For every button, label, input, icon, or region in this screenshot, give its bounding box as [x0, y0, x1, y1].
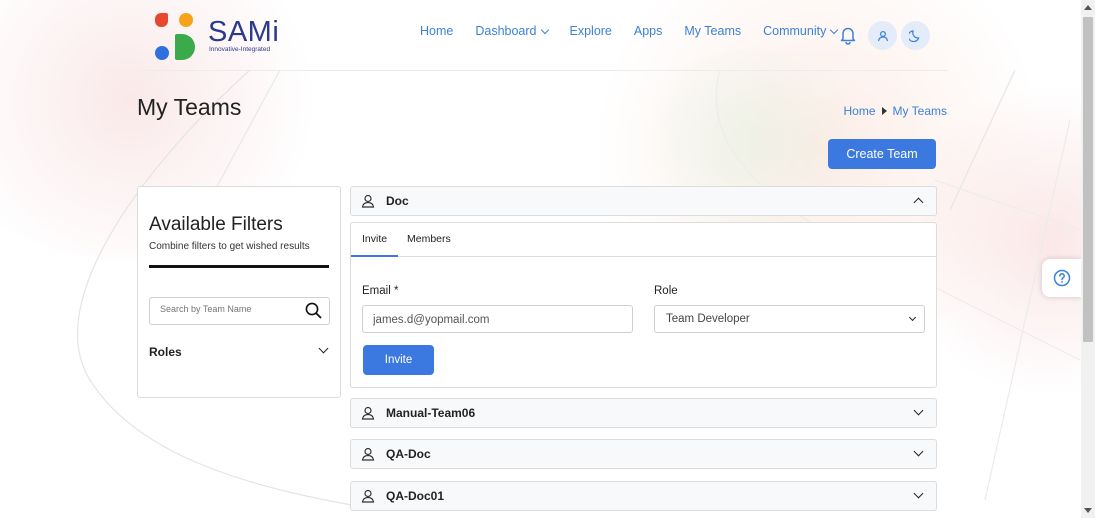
nav-home-label: Home [420, 24, 454, 38]
email-field [362, 305, 633, 333]
team-user-icon [361, 406, 375, 420]
logo-wordmark: SAMi [208, 16, 280, 48]
scroll-down-arrow-icon[interactable] [1084, 508, 1092, 513]
tab-invite[interactable]: Invite [350, 233, 399, 257]
team-search-input[interactable] [158, 303, 302, 315]
main-nav: Home Dashboard Explore Apps My Teams Com… [420, 24, 859, 38]
search-icon[interactable] [305, 302, 322, 319]
breadcrumb: Home My Teams [844, 104, 947, 118]
theme-toggle-button[interactable] [901, 21, 930, 50]
filters-panel: Available Filters Combine filters to get… [137, 186, 341, 398]
role-select[interactable]: Team Developer [654, 305, 925, 333]
role-label: Role [654, 285, 678, 297]
nav-explore-label: Explore [569, 24, 612, 38]
breadcrumb-home[interactable]: Home [844, 104, 876, 118]
moon-icon [909, 30, 920, 42]
nav-my-teams[interactable]: My Teams [684, 24, 741, 38]
page-title: My Teams [137, 94, 242, 120]
nav-explore[interactable]: Explore [570, 24, 612, 38]
scroll-up-arrow-icon[interactable] [1084, 5, 1092, 10]
nav-dashboard[interactable]: Dashboard [475, 24, 549, 38]
team-accordion-qa-doc01[interactable]: QA-Doc01 [350, 481, 937, 511]
breadcrumb-separator-icon [881, 107, 887, 115]
tab-members[interactable]: Members [407, 233, 451, 245]
nav-community[interactable]: Community [763, 24, 839, 38]
team-accordion-qa-doc[interactable]: QA-Doc [350, 439, 937, 469]
logo-blue-dot [155, 46, 169, 60]
role-select-value: Team Developer [666, 313, 750, 325]
chevron-down-icon [318, 343, 329, 354]
scrollbar-thumb[interactable] [1083, 17, 1093, 342]
team-accordion-doc[interactable]: Doc [350, 186, 937, 216]
chevron-down-icon [830, 25, 839, 34]
invite-button[interactable]: Invite [363, 345, 434, 375]
team-accordion-manual-team06[interactable]: Manual-Team06 [350, 398, 937, 428]
team-name: QA-Doc01 [386, 489, 445, 503]
logo-tagline: Innovative-Integrated [209, 46, 271, 53]
invite-panel: Invite Members Email * Role Team Develop… [350, 222, 937, 388]
email-label: Email * [362, 285, 399, 297]
chevron-down-icon [913, 405, 924, 416]
filters-subtitle: Combine filters to get wished results [149, 241, 310, 252]
user-profile-button[interactable] [868, 21, 897, 50]
sami-logo[interactable]: SAMi Innovative-Integrated [153, 13, 283, 61]
team-user-icon [361, 447, 375, 461]
nav-apps-label: Apps [633, 24, 663, 38]
chevron-down-icon [913, 488, 924, 499]
nav-community-label: Community [763, 24, 827, 38]
team-name: Manual-Team06 [386, 406, 476, 420]
team-user-icon [361, 194, 375, 208]
help-button[interactable] [1042, 259, 1082, 297]
team-user-icon [361, 489, 375, 503]
bell-icon[interactable] [839, 25, 857, 45]
chevron-up-icon [913, 197, 924, 208]
chevron-down-icon [908, 313, 917, 322]
nav-apps[interactable]: Apps [634, 24, 663, 38]
team-tabs: Invite Members [350, 223, 936, 257]
roles-filter-toggle[interactable]: Roles [149, 343, 329, 359]
page-scrollbar[interactable] [1081, 0, 1095, 518]
team-name: QA-Doc [386, 447, 431, 461]
logo-orange-dot [179, 13, 193, 27]
team-name: Doc [386, 194, 409, 208]
team-search-field [149, 297, 330, 325]
filters-title: Available Filters [149, 214, 283, 235]
create-team-button[interactable]: Create Team [828, 139, 936, 169]
roles-label: Roles [149, 345, 182, 359]
chevron-down-icon [540, 25, 549, 34]
user-icon [877, 30, 888, 41]
nav-dashboard-label: Dashboard [475, 24, 537, 38]
nav-my-teams-label: My Teams [684, 24, 742, 38]
chevron-down-icon [913, 446, 924, 457]
nav-home[interactable]: Home [420, 24, 453, 38]
help-icon [1053, 269, 1071, 287]
top-navbar: SAMi Innovative-Integrated Home Dashboar… [137, 0, 948, 71]
logo-green-dot [175, 34, 195, 60]
filters-divider [149, 265, 329, 268]
breadcrumb-current: My Teams [892, 104, 947, 118]
email-input[interactable] [371, 313, 625, 327]
logo-red-dot [155, 13, 168, 27]
